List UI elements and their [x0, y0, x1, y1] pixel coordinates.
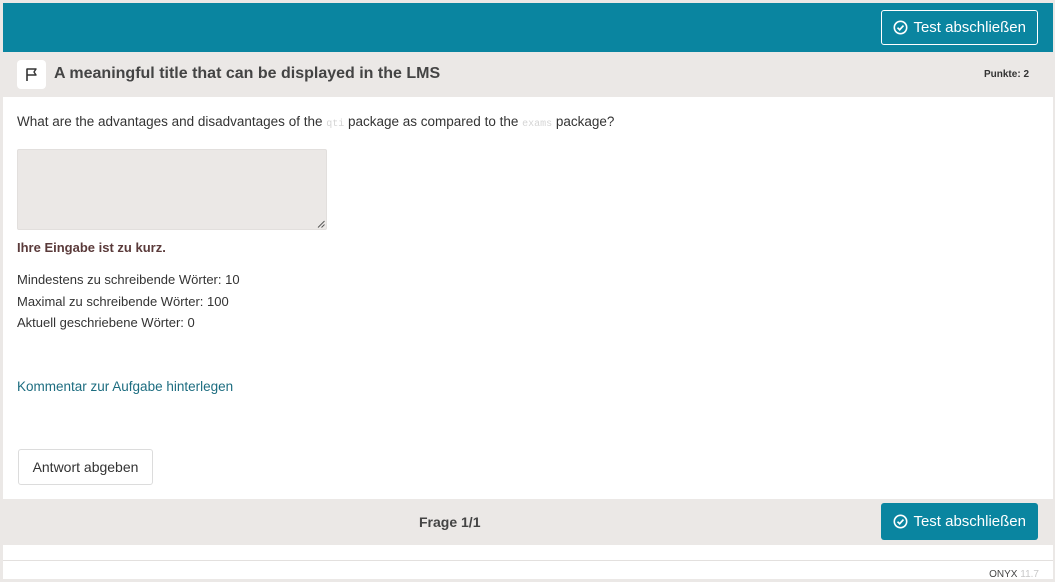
flag-button[interactable]: [17, 60, 46, 89]
finish-test-label: Test abschließen: [913, 19, 1026, 36]
submit-answer-button[interactable]: Antwort abgeben: [18, 449, 153, 485]
check-circle-icon: [893, 514, 908, 529]
footer-bar: Frage 1/1 Test abschließen: [3, 499, 1053, 545]
question-text-part: package?: [552, 114, 615, 129]
code-exams: exams: [522, 119, 553, 130]
finish-test-label: Test abschließen: [913, 513, 1026, 530]
question-title: A meaningful title that can be displayed…: [54, 65, 441, 82]
question-text: What are the advantages and disadvantage…: [17, 114, 614, 130]
flag-icon: [26, 68, 37, 81]
top-bar: Test abschließen: [3, 3, 1053, 52]
question-text-part: What are the advantages and disadvantage…: [17, 114, 327, 129]
resize-grip-icon[interactable]: [317, 220, 325, 228]
question-header: A meaningful title that can be displayed…: [3, 52, 1053, 97]
question-counter: Frage 1/1: [419, 514, 481, 530]
points-display: Punkte: 2: [984, 69, 1029, 80]
answer-textarea[interactable]: [17, 149, 327, 230]
version-number: 11.7: [1020, 569, 1039, 580]
product-name: ONYX: [989, 569, 1018, 580]
question-text-part: package as compared to the: [344, 114, 523, 129]
finish-test-button-bottom[interactable]: Test abschließen: [881, 503, 1038, 540]
app-frame: Test abschließen A meaningful title that…: [3, 3, 1053, 580]
points-value: 2: [1023, 69, 1029, 80]
finish-test-button-top[interactable]: Test abschließen: [881, 10, 1038, 45]
version-label: ONYX 11.7: [989, 569, 1039, 580]
word-count-info: Mindestens zu schreibende Wörter: 10 Max…: [17, 269, 240, 334]
divider: [3, 560, 1053, 561]
current-words-text: Aktuell geschriebene Wörter: 0: [17, 315, 195, 330]
input-too-short-warning: Ihre Eingabe ist zu kurz.: [17, 240, 166, 255]
max-words-text: Maximal zu schreibende Wörter: 100: [17, 293, 229, 309]
comment-link[interactable]: Kommentar zur Aufgabe hinterlegen: [17, 379, 233, 394]
code-qti: qti: [326, 119, 345, 130]
check-circle-icon: [893, 20, 908, 35]
min-words-text: Mindestens zu schreibende Wörter: 10: [17, 272, 240, 287]
points-label: Punkte:: [983, 69, 1021, 80]
